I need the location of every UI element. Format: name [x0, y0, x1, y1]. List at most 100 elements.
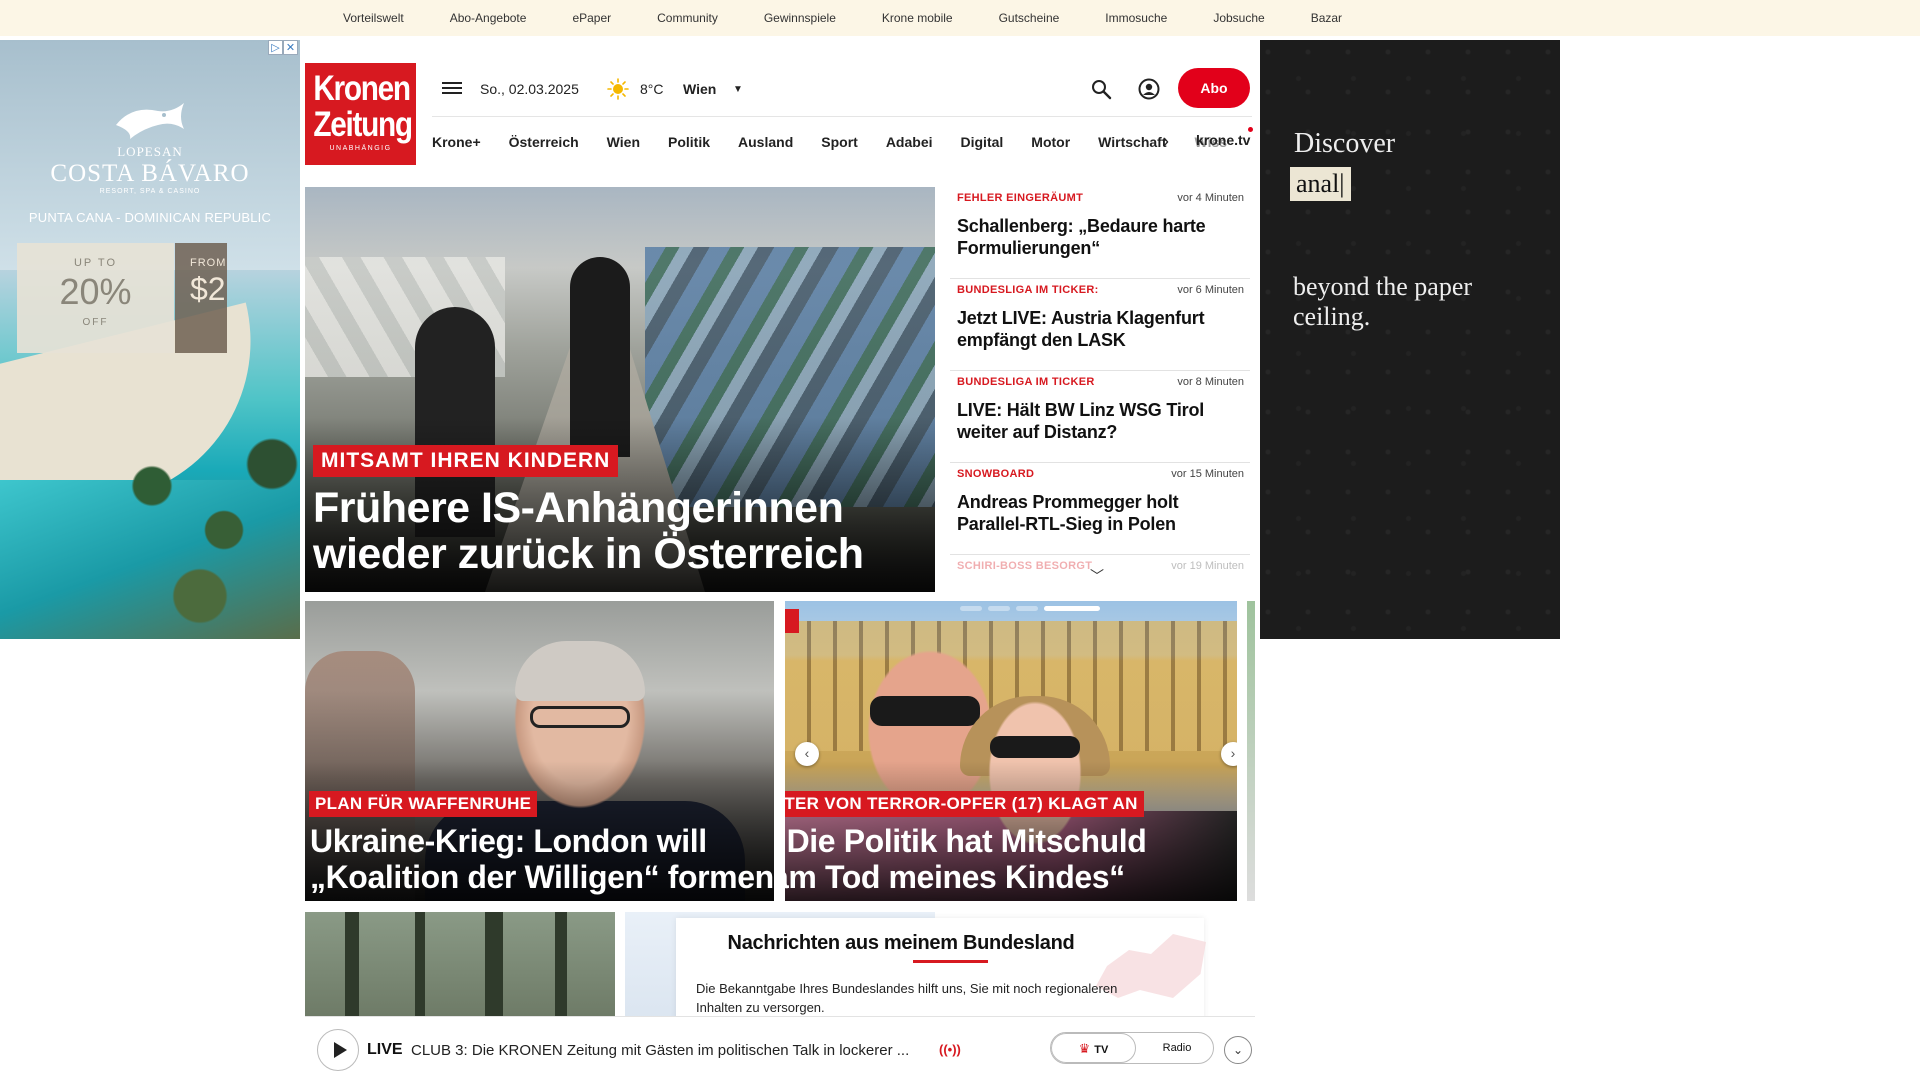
ad-offer2-top: FROM: [190, 257, 227, 269]
ad-right-typed: anal|: [1290, 167, 1351, 201]
card-kicker: ATER VON TERROR-OPFER (17) KLAGT AN: [785, 791, 1144, 817]
chevron-down-icon[interactable]: ⌄: [1224, 1036, 1252, 1064]
ad-offer-discount: UP TO 20% OFF: [17, 243, 174, 353]
carousel-dot[interactable]: [1016, 606, 1038, 611]
hamburger-menu-icon[interactable]: [440, 79, 464, 99]
ad-offer1-value: 20%: [59, 271, 132, 312]
ad-offer1-bottom: OFF: [82, 317, 109, 328]
subscribe-button[interactable]: Abo: [1178, 68, 1250, 108]
utility-link-jobsuche[interactable]: Jobsuche: [1213, 11, 1264, 25]
story-card[interactable]: PLAN FÜR WAFFENRUHE Ukraine-Krieg: Londo…: [305, 601, 774, 901]
card-title-line: Ukraine-Krieg: London will: [310, 823, 707, 859]
tv-toggle-label: TV: [1094, 1044, 1109, 1056]
card-title-line: „Koalition der Willigen“ formen: [310, 859, 774, 895]
live-indicator-dot: [1248, 127, 1253, 132]
ticker-item[interactable]: SNOWBOARD vor 15 Minuten Andreas Prommeg…: [950, 463, 1250, 555]
nav-item-wien[interactable]: Wien: [607, 134, 640, 150]
ad-offer1-top: UP TO: [73, 257, 118, 269]
carousel-prev-icon[interactable]: ‹: [795, 742, 819, 766]
ticker-item[interactable]: FEHLER EINGERÄUMT vor 4 Minuten Schallen…: [950, 187, 1250, 279]
ticker-time: vor 6 Minuten: [1177, 284, 1244, 296]
site-logo[interactable]: Kronen Zeitung UNABHÄNGIG: [305, 63, 416, 165]
ticker-time: vor 4 Minuten: [1177, 192, 1244, 204]
nav-item-wirtschaft[interactable]: Wirtschaft: [1098, 134, 1166, 150]
utility-link-vorteilswelt[interactable]: Vorteilswelt: [343, 11, 404, 25]
ad-close-icon[interactable]: ✕: [283, 40, 298, 55]
temperature: 8°C: [640, 81, 664, 97]
carousel-dot[interactable]: [988, 606, 1010, 611]
nav-item-politik[interactable]: Politik: [668, 134, 710, 150]
ticker-headline: Schallenberg: „Bedaure harte Formulierun…: [957, 216, 1206, 258]
main-navigation: Krone+ Österreich Wien Politik Ausland S…: [432, 116, 1252, 166]
live-stream-title[interactable]: CLUB 3: Die KRONEN Zeitung mit Gästen im…: [411, 1042, 909, 1059]
nav-item-krone-tv[interactable]: krone.tv: [1196, 132, 1250, 148]
story-card-carousel[interactable]: ‹ › ATER VON TERROR-OPFER (17) KLAGT AN …: [785, 601, 1237, 901]
ad-banner-right[interactable]: Discover anal| beyond the paper ceiling.: [1260, 40, 1560, 639]
ticker-headline: LIVE: Hält BW Linz WSG Tirol weiter auf …: [957, 400, 1205, 442]
carousel-dot[interactable]: [960, 606, 982, 611]
nav-item-ausland[interactable]: Ausland: [738, 134, 793, 150]
card-title-line: „Die Politik hat Mitschuld: [785, 823, 1147, 859]
card-image-glasses: [530, 706, 630, 728]
ad-choices-icon[interactable]: ▷: [268, 40, 283, 55]
ad-brand-sub: RESORT, SPA & CASINO: [99, 188, 201, 195]
logo-line-1: Kronen: [313, 69, 411, 108]
ad-right-line2: beyond the paper ceiling.: [1293, 272, 1473, 331]
nav-scroll-right-icon[interactable]: ›: [1163, 131, 1169, 152]
ad-palm-trees: [80, 420, 300, 639]
card-title: Ukraine-Krieg: London will „Koalition de…: [310, 823, 774, 895]
ticker-item[interactable]: BUNDESLIGA IM TICKER vor 8 Minuten LIVE:…: [950, 371, 1250, 463]
user-account-icon[interactable]: [1138, 78, 1160, 100]
hero-title: Frühere IS-Anhängerinnen wieder zurück i…: [313, 484, 864, 578]
play-icon[interactable]: [317, 1029, 359, 1071]
bundesland-title: Nachrichten aus meinem Bundesland: [676, 932, 1126, 955]
card-kicker: PLAN FÜR WAFFENRUHE: [309, 791, 538, 817]
utility-link-community[interactable]: Community: [657, 11, 718, 25]
ticker-time: vor 19 Minuten: [1171, 560, 1244, 572]
live-label: LIVE: [367, 1041, 403, 1058]
utility-link-epaper[interactable]: ePaper: [572, 11, 611, 25]
story-card-partial[interactable]: [1247, 601, 1255, 901]
radio-toggle-button[interactable]: Radio: [1146, 1033, 1208, 1063]
card-image-sunglasses: [870, 696, 980, 726]
bundesland-title-post: Bundesland: [957, 932, 1075, 954]
ticker-headline: Andreas Prommegger holt Parallel-RTL-Sie…: [957, 492, 1179, 534]
ad-brand-small: LOPESAN: [117, 144, 183, 159]
utility-link-gewinnspiele[interactable]: Gewinnspiele: [764, 11, 836, 25]
nav-item-sport[interactable]: Sport: [821, 134, 858, 150]
broadcast-icon: ((•)): [939, 1042, 961, 1057]
utility-link-immosuche[interactable]: Immosuche: [1105, 11, 1167, 25]
carousel-indicators[interactable]: [960, 606, 1100, 611]
ticker-headline: Jetzt LIVE: Austria Klagenfurt empfängt …: [957, 308, 1205, 350]
utility-link-bazar[interactable]: Bazar: [1311, 11, 1342, 25]
ad-banner-left[interactable]: LOPESAN COSTA BÁVARO RESORT, SPA & CASIN…: [0, 40, 300, 639]
bundesland-title-pre: Nachrichten aus: [727, 932, 884, 954]
ticker-expand-chevron-icon[interactable]: ﹀: [1090, 566, 1104, 586]
card-image-sunglasses: [990, 736, 1080, 758]
nav-item-motor[interactable]: Motor: [1031, 134, 1070, 150]
hero-story[interactable]: MITSAMT IHREN KINDERN Frühere IS-Anhänge…: [305, 187, 935, 592]
nav-item-krone-plus[interactable]: Krone+: [432, 134, 481, 150]
card-title: „Die Politik hat Mitschuld am Tod meines…: [785, 823, 1147, 895]
current-date: So., 02.03.2025: [480, 81, 579, 97]
city-selector[interactable]: Wien: [683, 81, 716, 97]
utility-link-krone-mobile[interactable]: Krone mobile: [882, 11, 953, 25]
chevron-down-icon[interactable]: ▼: [733, 84, 743, 95]
nav-item-digital[interactable]: Digital: [961, 134, 1004, 150]
card-plus-badge: [785, 609, 799, 633]
nav-item-adabei[interactable]: Adabei: [886, 134, 933, 150]
logo-line-2: Zeitung: [313, 105, 413, 144]
ad-brand-name: COSTA BÁVARO: [50, 160, 250, 187]
search-icon[interactable]: [1090, 78, 1112, 100]
nav-item-oesterreich[interactable]: Österreich: [509, 134, 579, 150]
tv-radio-toggle[interactable]: ♛ TV Radio: [1050, 1032, 1214, 1064]
utility-link-gutscheine[interactable]: Gutscheine: [999, 11, 1060, 25]
carousel-dot-active[interactable]: [1044, 606, 1100, 611]
ad-offer-price: FROM $2: [175, 243, 227, 353]
tv-toggle-button[interactable]: ♛ TV: [1051, 1033, 1136, 1063]
utility-link-abo-angebote[interactable]: Abo-Angebote: [450, 11, 527, 25]
ticker-time: vor 15 Minuten: [1171, 468, 1244, 480]
title-underline: [913, 960, 988, 963]
ticker-item[interactable]: BUNDESLIGA IM TICKER: vor 6 Minuten Jetz…: [950, 279, 1250, 371]
ad-offer2-value: $2: [190, 271, 226, 307]
